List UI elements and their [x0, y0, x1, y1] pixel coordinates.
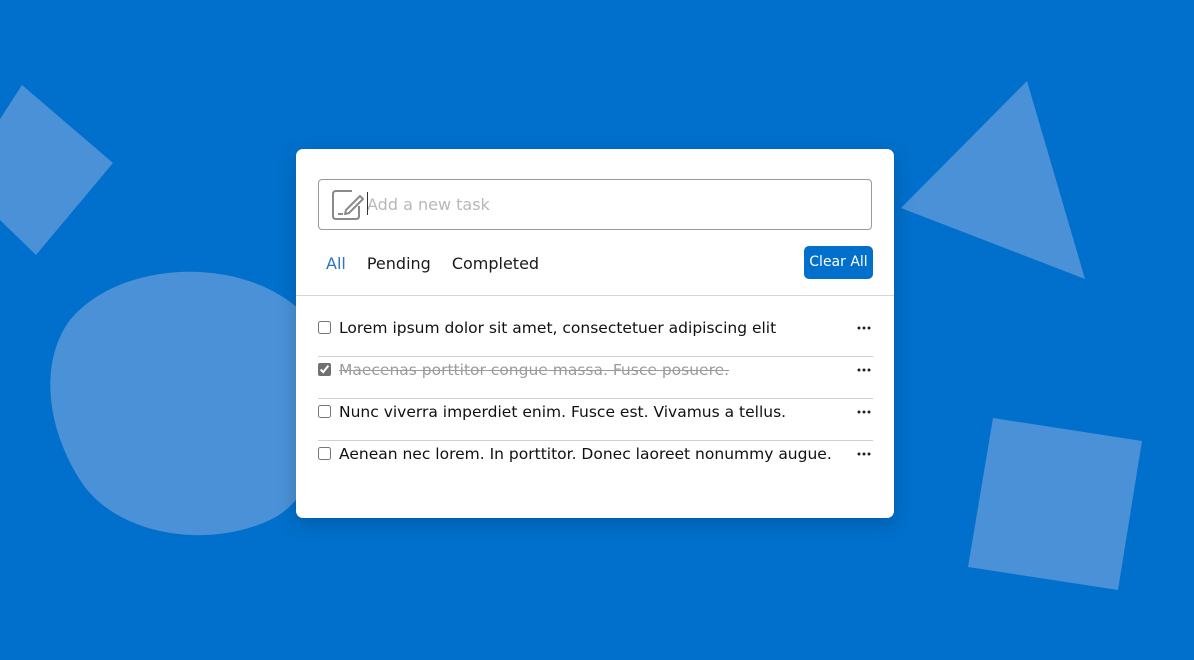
task-input-container	[318, 179, 872, 230]
text-caret	[367, 192, 368, 215]
task-checkbox[interactable]	[318, 321, 331, 334]
task-item: Aenean nec lorem. In porttitor. Donec la…	[318, 441, 873, 483]
task-text: Aenean nec lorem. In porttitor. Donec la…	[339, 445, 832, 463]
divider	[296, 295, 894, 296]
more-options-button[interactable]	[855, 441, 873, 467]
background-square-right	[968, 418, 1142, 590]
background-blob	[50, 271, 328, 536]
filter-tabs: All Pending Completed	[318, 251, 560, 277]
task-text: Maecenas porttitor congue massa. Fusce p…	[339, 361, 730, 379]
tab-completed[interactable]: Completed	[452, 251, 539, 277]
background-triangle	[901, 81, 1085, 279]
task-input[interactable]	[367, 181, 867, 228]
more-horizontal-icon	[857, 368, 871, 372]
more-horizontal-icon	[857, 326, 871, 330]
edit-note-icon	[332, 190, 364, 220]
task-item: Lorem ipsum dolor sit amet, consectetuer…	[318, 315, 873, 357]
background-square-left	[0, 85, 113, 255]
more-options-button[interactable]	[855, 357, 873, 383]
more-options-button[interactable]	[855, 315, 873, 341]
task-item: Maecenas porttitor congue massa. Fusce p…	[318, 357, 873, 399]
task-item: Nunc viverra imperdiet enim. Fusce est. …	[318, 399, 873, 441]
todo-card: All Pending Completed Clear All Lorem ip…	[296, 149, 894, 518]
more-horizontal-icon	[857, 410, 871, 414]
task-text: Nunc viverra imperdiet enim. Fusce est. …	[339, 403, 787, 421]
more-horizontal-icon	[857, 452, 871, 456]
more-options-button[interactable]	[855, 399, 873, 425]
task-checkbox[interactable]	[318, 405, 331, 418]
task-checkbox[interactable]	[318, 447, 331, 460]
clear-all-button[interactable]: Clear All	[804, 246, 873, 279]
tab-pending[interactable]: Pending	[367, 251, 431, 277]
tab-all[interactable]: All	[326, 251, 346, 277]
task-text: Lorem ipsum dolor sit amet, consectetuer…	[339, 319, 777, 337]
task-checkbox[interactable]	[318, 363, 331, 376]
task-list: Lorem ipsum dolor sit amet, consectetuer…	[318, 315, 873, 483]
